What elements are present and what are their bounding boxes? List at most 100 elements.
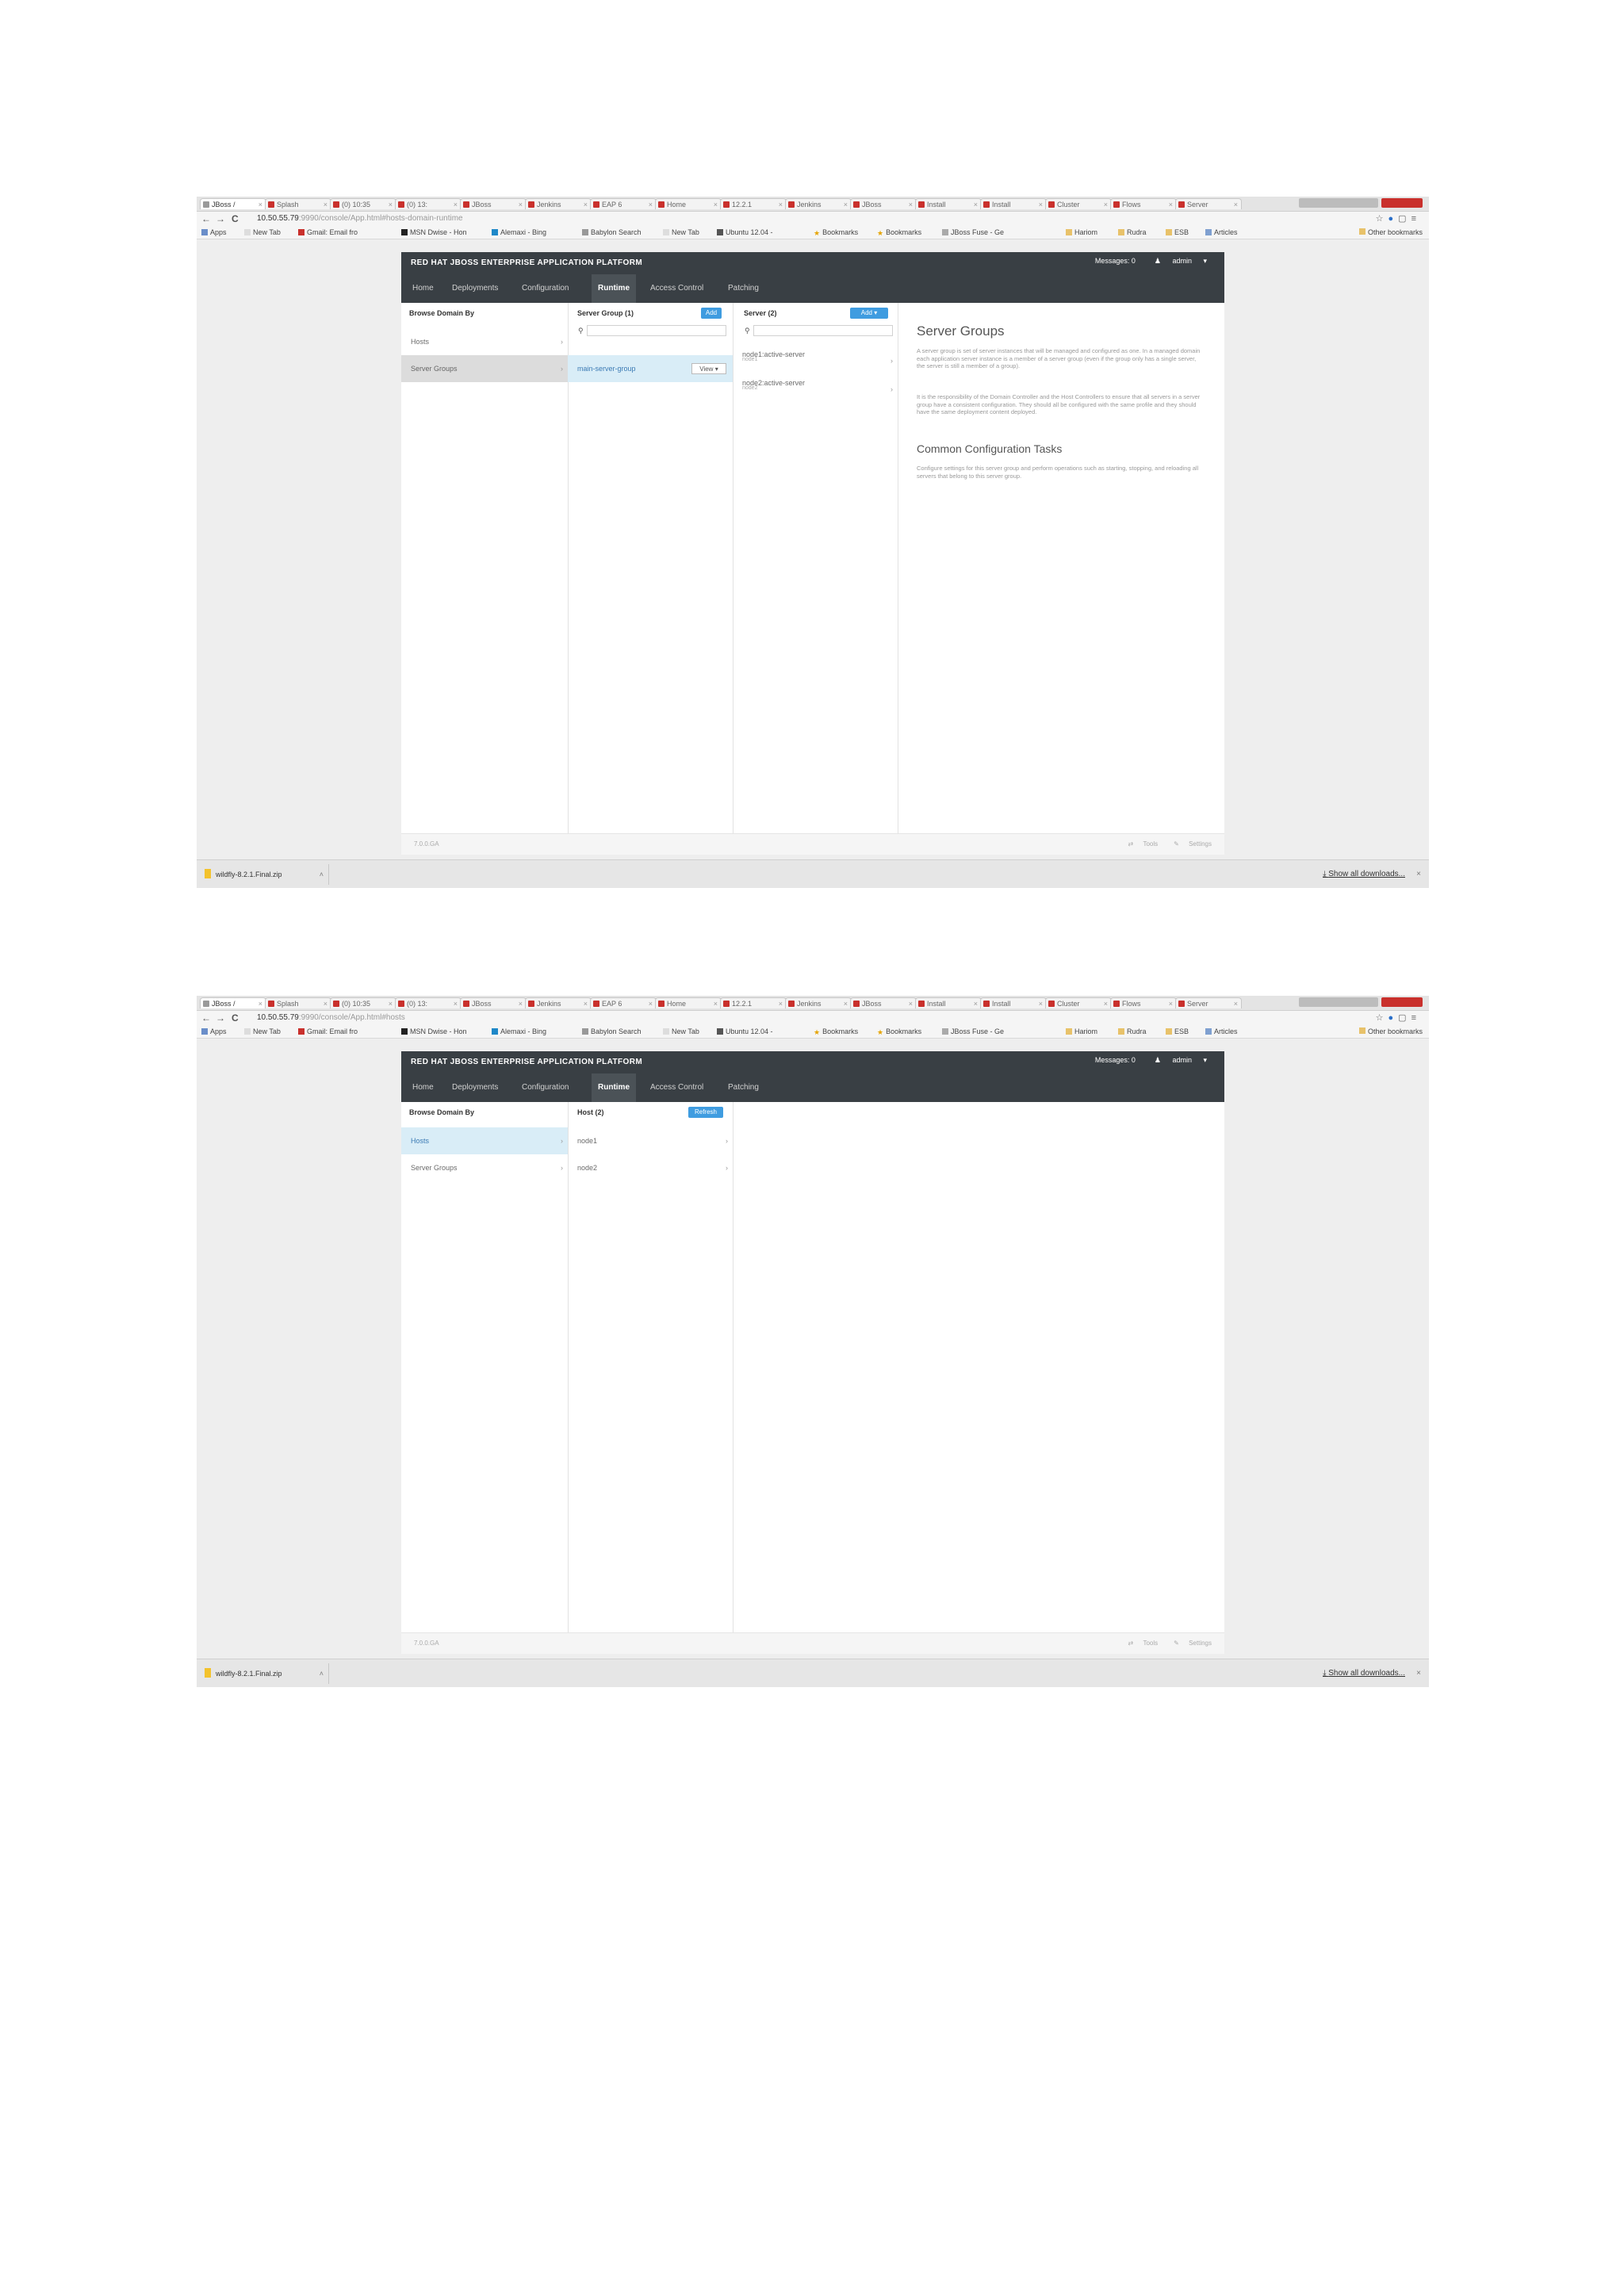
close-icon[interactable]: ×: [909, 199, 913, 209]
profile-button[interactable]: [1299, 198, 1378, 208]
host-item[interactable]: node2 ›: [568, 1154, 733, 1181]
browser-tab[interactable]: Jenkins ×: [785, 997, 852, 1008]
bookmark-item[interactable]: New Tab: [663, 1025, 699, 1038]
forward-icon[interactable]: →: [216, 1012, 225, 1024]
caret-up-icon[interactable]: ˄: [320, 864, 324, 885]
server-item[interactable]: node2:active-server node2 ›: [733, 376, 898, 403]
bookmark-item[interactable]: Alemaxi - Bing: [492, 226, 546, 239]
browser-tab[interactable]: Splash ×: [265, 198, 331, 209]
back-icon[interactable]: ←: [201, 1012, 211, 1024]
extension-icon[interactable]: ●: [1388, 1013, 1399, 1023]
browser-tab[interactable]: (0) 10:35 ×: [330, 198, 396, 209]
product-brand[interactable]: RED HAT JBOSS ENTERPRISE APPLICATION PLA…: [411, 258, 642, 267]
browser-tab[interactable]: Flows ×: [1110, 997, 1177, 1008]
url-input[interactable]: 10.50.55.79:9990/console/App.html#hosts: [257, 1012, 405, 1024]
close-icon[interactable]: ×: [909, 998, 913, 1008]
browser-tab[interactable]: Home ×: [655, 997, 722, 1008]
browse-item-hosts[interactable]: Hosts ›: [401, 328, 568, 355]
star-icon[interactable]: ☆: [1376, 1013, 1388, 1023]
bookmark-item[interactable]: Apps: [201, 226, 227, 239]
close-icon[interactable]: ×: [1234, 199, 1238, 209]
browser-tab[interactable]: Jenkins ×: [785, 198, 852, 209]
close-icon[interactable]: ×: [259, 199, 262, 209]
download-item[interactable]: wildfly-8.2.1.Final.zip ˄: [201, 864, 329, 885]
browser-tab[interactable]: Home ×: [655, 198, 722, 209]
close-icon[interactable]: ×: [974, 998, 978, 1008]
bookmark-item[interactable]: Hariom: [1066, 1025, 1097, 1038]
browser-tab[interactable]: Server ×: [1175, 198, 1242, 209]
browse-item-hosts[interactable]: Hosts ›: [401, 1127, 568, 1154]
bookmark-item[interactable]: Babylon Search: [582, 226, 642, 239]
browser-tab[interactable]: JBoss ×: [850, 997, 917, 1008]
cast-icon[interactable]: ▢: [1398, 214, 1411, 224]
caret-up-icon[interactable]: ˄: [320, 1663, 324, 1684]
browse-item-server-groups[interactable]: Server Groups ›: [401, 355, 568, 382]
close-icon[interactable]: ×: [454, 199, 458, 209]
close-icon[interactable]: ×: [649, 199, 653, 209]
close-icon[interactable]: ×: [584, 199, 588, 209]
bookmark-item[interactable]: ★ Bookmarks: [877, 1025, 921, 1039]
tab-runtime[interactable]: Runtime: [592, 274, 636, 303]
close-icon[interactable]: ×: [974, 199, 978, 209]
bookmark-item[interactable]: MSN Dwise - Hon: [401, 226, 467, 239]
bookmark-item[interactable]: New Tab: [244, 226, 281, 239]
tools-link[interactable]: ⇄ Tools: [1120, 840, 1159, 848]
bookmark-item[interactable]: Hariom: [1066, 226, 1097, 239]
close-icon[interactable]: ×: [1039, 199, 1043, 209]
bookmark-item[interactable]: Rudra: [1118, 226, 1147, 239]
close-icon[interactable]: ×: [1416, 860, 1421, 888]
close-icon[interactable]: ×: [1234, 998, 1238, 1008]
cast-icon[interactable]: ▢: [1398, 1013, 1411, 1023]
browser-tab[interactable]: 12.2.1 ×: [720, 198, 787, 209]
browser-tab[interactable]: Server ×: [1175, 997, 1242, 1008]
reload-icon[interactable]: C: [232, 1012, 239, 1024]
tab-deployments[interactable]: Deployments: [446, 1073, 504, 1102]
close-icon[interactable]: ×: [1039, 998, 1043, 1008]
menu-icon[interactable]: ≡: [1411, 1013, 1421, 1023]
messages-link[interactable]: Messages: 0: [1095, 257, 1136, 265]
tab-patching[interactable]: Patching: [722, 1073, 765, 1102]
browser-tab[interactable]: 12.2.1 ×: [720, 997, 787, 1008]
bookmark-item[interactable]: ESB: [1166, 1025, 1189, 1038]
browser-tab[interactable]: Splash ×: [265, 997, 331, 1008]
bookmark-item[interactable]: New Tab: [244, 1025, 281, 1038]
browser-tab[interactable]: JBoss / ×: [200, 997, 266, 1008]
close-icon[interactable]: ×: [324, 998, 327, 1008]
close-icon[interactable]: ×: [454, 998, 458, 1008]
close-icon[interactable]: ×: [844, 199, 848, 209]
close-icon[interactable]: ×: [259, 998, 262, 1008]
tab-home[interactable]: Home: [406, 1073, 440, 1102]
tab-access-control[interactable]: Access Control: [644, 274, 710, 303]
browser-tab[interactable]: (0) 13: ×: [395, 997, 462, 1008]
bookmark-item[interactable]: Alemaxi - Bing: [492, 1025, 546, 1038]
close-icon[interactable]: ×: [324, 199, 327, 209]
close-icon[interactable]: ×: [1169, 998, 1173, 1008]
other-bookmarks[interactable]: Other bookmarks: [1358, 226, 1423, 239]
bookmark-item[interactable]: Ubuntu 12.04 -: [717, 1025, 773, 1038]
show-all-downloads-link[interactable]: ⤓ Show all downloads...: [1323, 860, 1405, 888]
browser-tab[interactable]: (0) 10:35 ×: [330, 997, 396, 1008]
browser-tab[interactable]: Cluster ×: [1045, 198, 1112, 209]
profile-button[interactable]: [1299, 997, 1378, 1007]
view-button[interactable]: View ▾: [691, 363, 726, 374]
window-close-button[interactable]: [1381, 198, 1423, 208]
product-brand[interactable]: RED HAT JBOSS ENTERPRISE APPLICATION PLA…: [411, 1058, 642, 1066]
browse-item-server-groups[interactable]: Server Groups ›: [401, 1154, 568, 1181]
browser-tab[interactable]: Install ×: [915, 997, 982, 1008]
url-input[interactable]: 10.50.55.79:9990/console/App.html#hosts-…: [257, 213, 463, 224]
bookmark-item[interactable]: ★ Bookmarks: [814, 1025, 858, 1039]
bookmark-item[interactable]: Articles: [1205, 1025, 1238, 1038]
close-icon[interactable]: ×: [389, 998, 393, 1008]
bookmark-item[interactable]: Gmail: Email fro: [298, 226, 358, 239]
bookmark-item[interactable]: MSN Dwise - Hon: [401, 1025, 467, 1038]
close-icon[interactable]: ×: [1104, 199, 1108, 209]
back-icon[interactable]: ←: [201, 213, 211, 224]
browser-tab[interactable]: JBoss ×: [460, 997, 527, 1008]
browser-tab[interactable]: Install ×: [980, 997, 1047, 1008]
bookmark-item[interactable]: Ubuntu 12.04 -: [717, 226, 773, 239]
menu-icon[interactable]: ≡: [1411, 214, 1421, 224]
close-icon[interactable]: ×: [584, 998, 588, 1008]
server-filter-input[interactable]: ⚲: [745, 325, 893, 336]
close-icon[interactable]: ×: [1416, 1659, 1421, 1687]
server-item[interactable]: node1:active-server node1 ›: [733, 347, 898, 374]
